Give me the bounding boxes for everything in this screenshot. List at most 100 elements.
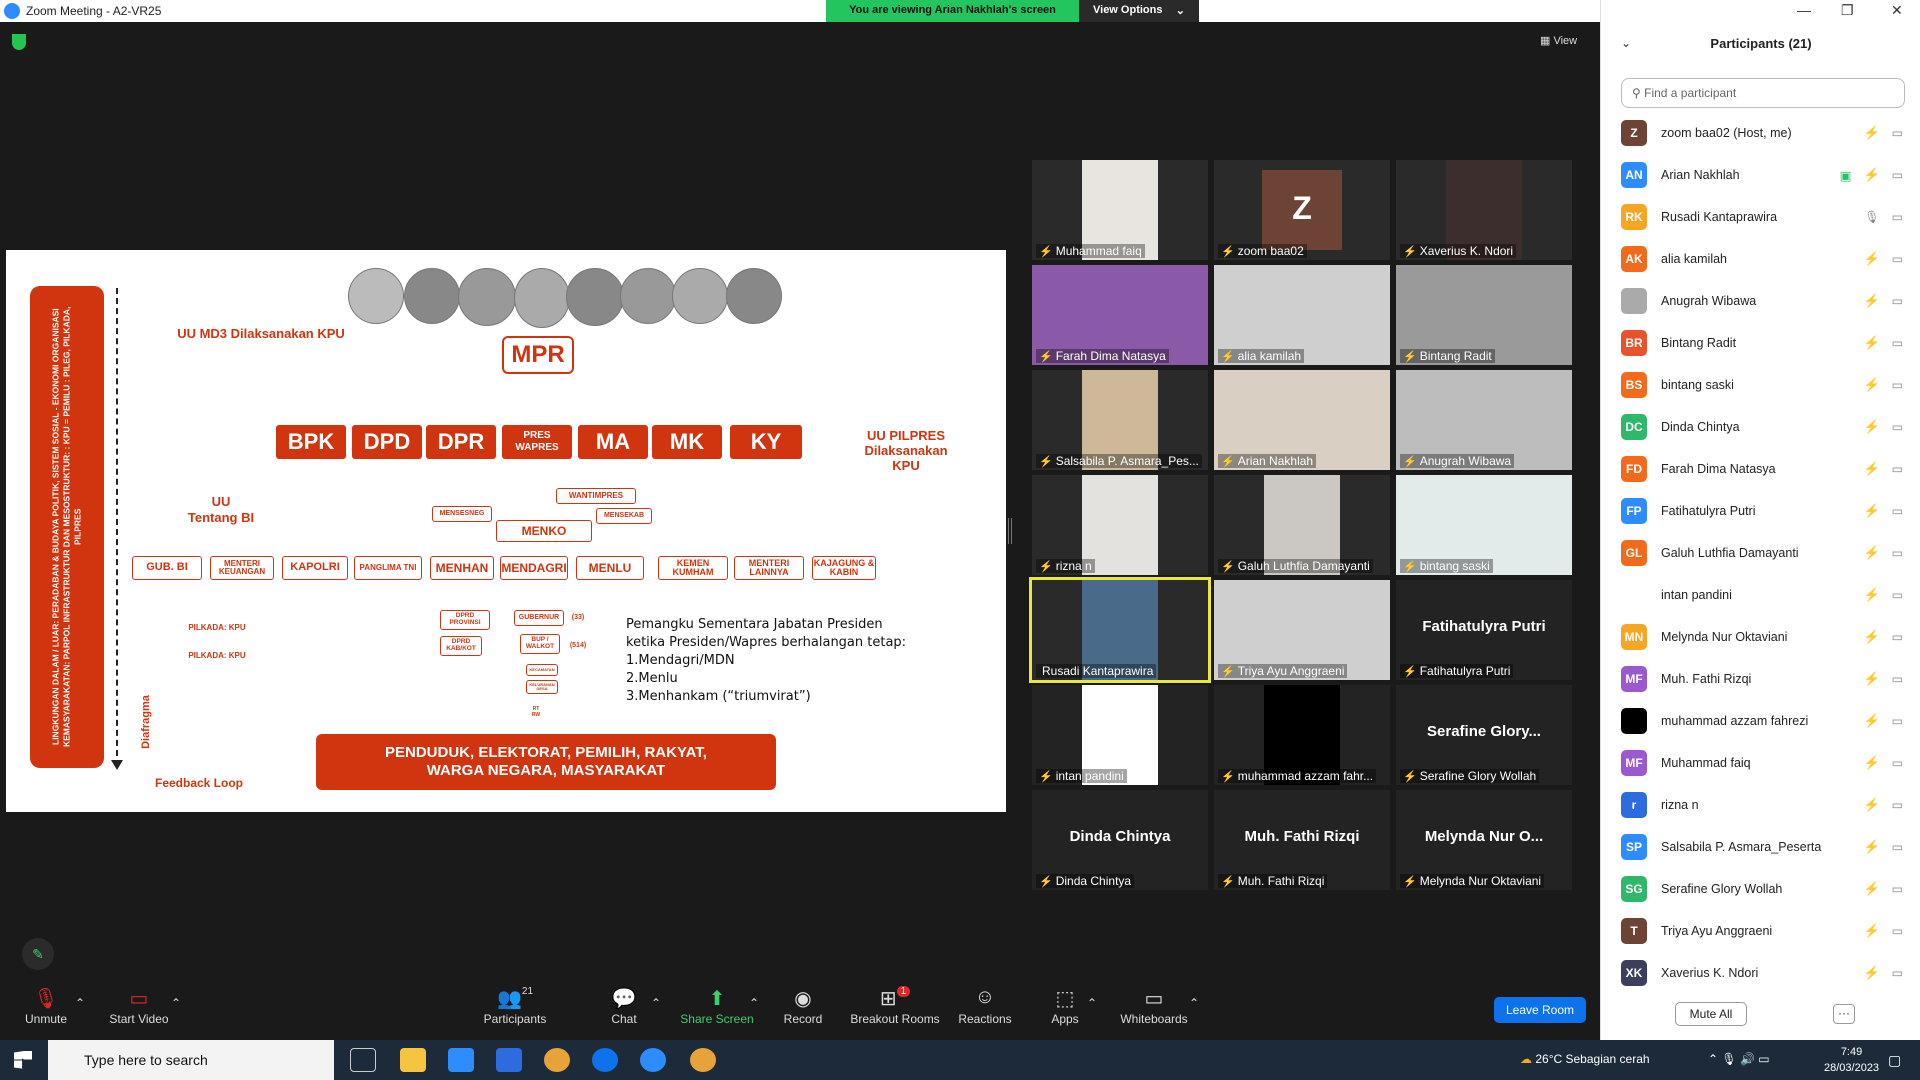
- encryption-shield-icon[interactable]: [12, 34, 26, 50]
- participant-row[interactable]: BR Bintang Radit ⚡ ▭: [1621, 326, 1911, 360]
- chat-options-chevron[interactable]: ⌃: [650, 996, 662, 1010]
- video-tile[interactable]: ⚡ rizna n: [1032, 475, 1208, 575]
- whiteboard-options-chevron[interactable]: ⌃: [1188, 996, 1200, 1010]
- mpr-box: MPR: [502, 336, 574, 374]
- more-options-button[interactable]: ···: [1833, 1004, 1855, 1024]
- video-tile[interactable]: ⚡ Muhammad faiq: [1032, 160, 1208, 260]
- participant-row[interactable]: Zzoom baa02 (Host, me) ⚡ ▭: [1621, 116, 1911, 150]
- video-tile[interactable]: ⚡ Salsabila P. Asmara_Pes...: [1032, 370, 1208, 470]
- file-explorer-icon[interactable]: [400, 1048, 426, 1072]
- zoom-icon[interactable]: [640, 1048, 666, 1072]
- audio-options-chevron[interactable]: ⌃: [74, 996, 86, 1010]
- participant-row[interactable]: T Triya Ayu Anggraeni ⚡ ▭: [1621, 914, 1911, 948]
- breakout-rooms-button[interactable]: ⊞ 1 Breakout Rooms: [848, 986, 942, 1026]
- participant-row[interactable]: GL Galuh Luthfia Damayanti ⚡ ▭: [1621, 536, 1911, 570]
- participant-row[interactable]: SG Serafine Glory Wollah ⚡ ▭: [1621, 872, 1911, 906]
- reactions-button[interactable]: ☺ Reactions: [956, 986, 1014, 1026]
- start-video-button[interactable]: ▭ Start Video: [106, 986, 172, 1026]
- tile-name-label: ⚡ Galuh Luthfia Damayanti: [1218, 559, 1373, 573]
- participant-row[interactable]: FP Fatihatulyra Putri ⚡ ▭: [1621, 494, 1911, 528]
- video-tile[interactable]: ⚡ Xaverius K. Ndori: [1396, 160, 1572, 260]
- mic-muted-icon: ⚡: [1863, 965, 1880, 980]
- teamviewer-icon[interactable]: [592, 1048, 618, 1072]
- participant-row[interactable]: DC Dinda Chintya ⚡ ▭: [1621, 410, 1911, 444]
- participants-button[interactable]: 👥21 Participants: [480, 986, 550, 1026]
- tile-name-label: ⚡ Serafine Glory Wollah: [1400, 769, 1540, 783]
- chrome-profile-icon[interactable]: [690, 1048, 716, 1072]
- video-tile[interactable]: ⚡ intan pandini: [1032, 685, 1208, 785]
- whiteboards-button[interactable]: ▭ Whiteboards: [1118, 986, 1190, 1026]
- participant-row[interactable]: MF Muhammad faiq ⚡ ▭: [1621, 746, 1911, 780]
- apps-options-chevron[interactable]: ⌃: [1086, 996, 1098, 1010]
- participant-name: Galuh Luthfia Damayanti: [1661, 546, 1799, 560]
- apps-button[interactable]: ⬚ Apps: [1050, 986, 1080, 1026]
- store-icon[interactable]: [448, 1048, 474, 1072]
- building-image: [404, 268, 460, 324]
- participant-row[interactable]: FD Farah Dima Natasya ⚡ ▭: [1621, 452, 1911, 486]
- video-tile[interactable]: Melynda Nur O... ⚡ Melynda Nur Oktaviani: [1396, 790, 1572, 890]
- mic-muted-icon: ⚡: [1863, 293, 1880, 308]
- participant-status: ⚡ ▭: [1863, 671, 1903, 687]
- share-screen-button[interactable]: ⬆ Share Screen: [680, 986, 754, 1026]
- participant-row[interactable]: muhammad azzam fahrezi ⚡ ▭: [1621, 704, 1911, 738]
- participant-row[interactable]: AN Arian Nakhlah ▣ ⚡ ▭: [1621, 158, 1911, 192]
- windows-start-icon[interactable]: [14, 1051, 32, 1069]
- mensesneg-box: MENSESNEG: [432, 506, 492, 522]
- video-options-chevron[interactable]: ⌃: [170, 996, 182, 1010]
- video-tile[interactable]: Serafine Glory... ⚡ Serafine Glory Wollah: [1396, 685, 1572, 785]
- video-tile[interactable]: ⚡ bintang saski: [1396, 475, 1572, 575]
- video-tile[interactable]: Rusadi Kantaprawira: [1029, 577, 1211, 683]
- video-tile[interactable]: Muh. Fathi Rizqi ⚡ Muh. Fathi Rizqi: [1214, 790, 1390, 890]
- muted-mic-icon: ⚡: [1221, 455, 1235, 468]
- maximize-button[interactable]: ❐: [1841, 2, 1854, 19]
- video-tile[interactable]: ⚡ Bintang Radit: [1396, 265, 1572, 365]
- notifications-icon[interactable]: ▢: [1888, 1052, 1901, 1069]
- tray-icons[interactable]: ⌃ 🎙 🔊 ▭: [1708, 1052, 1770, 1066]
- view-options-button[interactable]: View Options ⌄: [1079, 0, 1199, 22]
- chrome-icon[interactable]: [544, 1048, 570, 1072]
- participant-row[interactable]: intan pandini ⚡ ▭: [1621, 578, 1911, 612]
- participant-row[interactable]: XK Xaverius K. Ndori ⚡ ▭: [1621, 956, 1911, 990]
- participant-row[interactable]: RK Rusadi Kantaprawira 🎙 ▭: [1621, 200, 1911, 234]
- camera-icon: ▭: [1891, 840, 1903, 854]
- mail-icon[interactable]: [496, 1048, 522, 1072]
- tile-name-label: ⚡ rizna n: [1036, 559, 1095, 573]
- annotate-pen-icon[interactable]: ✎: [22, 938, 54, 970]
- splitter-handle[interactable]: [1008, 518, 1012, 544]
- building-image: [348, 268, 404, 324]
- participant-row[interactable]: MF Muh. Fathi Rizqi ⚡ ▭: [1621, 662, 1911, 696]
- weather-widget[interactable]: ☁ 26°C Sebagian cerah: [1520, 1052, 1650, 1066]
- taskbar-clock[interactable]: 7:49 28/03/2023: [1824, 1044, 1879, 1076]
- participant-row[interactable]: MN Melynda Nur Oktaviani ⚡ ▭: [1621, 620, 1911, 654]
- leave-room-button[interactable]: Leave Room: [1494, 997, 1586, 1023]
- close-button[interactable]: ✕: [1891, 2, 1903, 19]
- view-button[interactable]: ▦ View: [1540, 34, 1577, 47]
- participant-row[interactable]: BS bintang saski ⚡ ▭: [1621, 368, 1911, 402]
- video-tile[interactable]: Z ⚡ zoom baa02: [1214, 160, 1390, 260]
- unmute-button[interactable]: 🎙 Unmute: [22, 986, 70, 1026]
- video-tile[interactable]: ⚡ Triya Ayu Anggraeni: [1214, 580, 1390, 680]
- video-tile[interactable]: ⚡ muhammad azzam fahr...: [1214, 685, 1390, 785]
- participant-row[interactable]: SP Salsabila P. Asmara_Peserta ⚡ ▭: [1621, 830, 1911, 864]
- video-tile[interactable]: ⚡ alia kamilah: [1214, 265, 1390, 365]
- video-tile[interactable]: ⚡ Farah Dima Natasya: [1032, 265, 1208, 365]
- minimize-button[interactable]: —: [1797, 2, 1811, 18]
- mic-muted-icon: ⚡: [1863, 251, 1880, 266]
- record-button[interactable]: ◉ Record: [782, 986, 824, 1026]
- taskbar-search-input[interactable]: Type here to search: [48, 1040, 334, 1080]
- muted-mic-icon: ⚡: [1221, 560, 1235, 573]
- video-tile[interactable]: ⚡ Arian Nakhlah: [1214, 370, 1390, 470]
- mute-all-button[interactable]: Mute All: [1675, 1002, 1747, 1026]
- share-options-chevron[interactable]: ⌃: [748, 996, 760, 1010]
- video-tile[interactable]: Fatihatulyra Putri ⚡ Fatihatulyra Putri: [1396, 580, 1572, 680]
- participant-row[interactable]: r rizna n ⚡ ▭: [1621, 788, 1911, 822]
- video-tile[interactable]: ⚡ Galuh Luthfia Damayanti: [1214, 475, 1390, 575]
- find-participant-input[interactable]: ⚲ Find a participant: [1621, 78, 1905, 108]
- task-view-icon[interactable]: [350, 1048, 376, 1072]
- participant-name: Anugrah Wibawa: [1661, 294, 1757, 308]
- chat-button[interactable]: 💬 Chat: [606, 986, 642, 1026]
- video-tile[interactable]: ⚡ Anugrah Wibawa: [1396, 370, 1572, 470]
- participant-row[interactable]: Anugrah Wibawa ⚡ ▭: [1621, 284, 1911, 318]
- participant-row[interactable]: AK alia kamilah ⚡ ▭: [1621, 242, 1911, 276]
- video-tile[interactable]: Dinda Chintya ⚡ Dinda Chintya: [1032, 790, 1208, 890]
